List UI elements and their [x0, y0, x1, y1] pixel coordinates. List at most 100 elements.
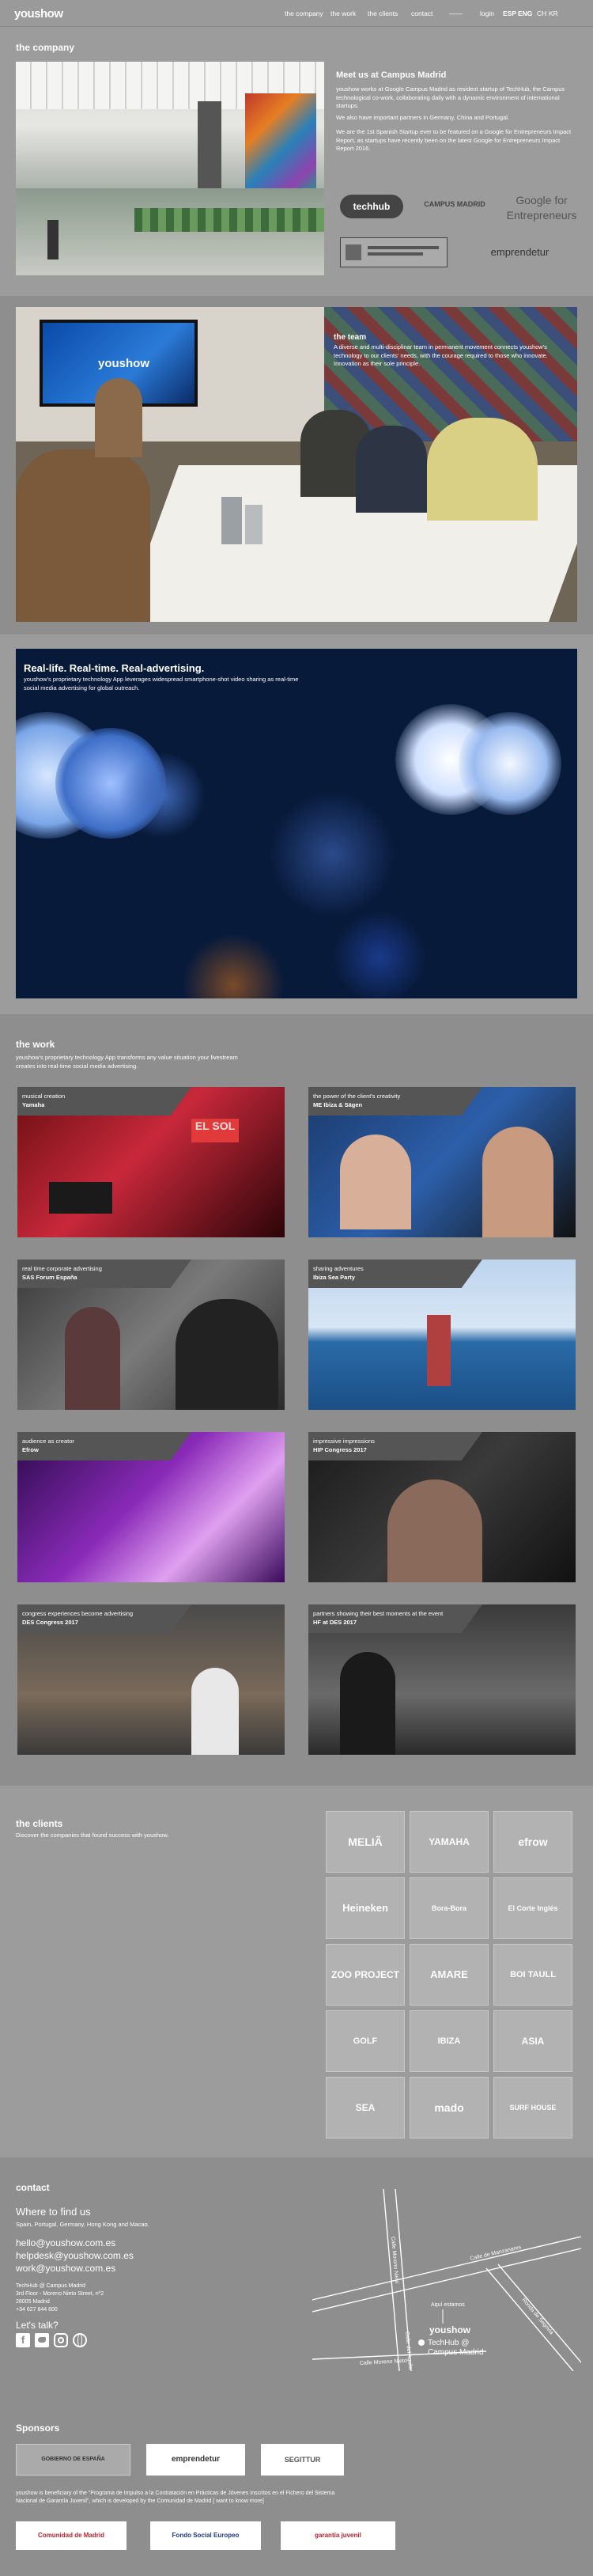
client-logo[interactable]: ASIA: [493, 2010, 572, 2072]
client-logo[interactable]: IBIZA: [410, 2010, 489, 2072]
company-paragraph-1: youshow works at Google Campus Madrid as…: [336, 85, 565, 109]
work-caption: musical creation Yamaha: [17, 1087, 191, 1116]
client-logo[interactable]: BOI TAULL: [493, 1944, 572, 2006]
company-heading: Meet us at Campus Madrid: [336, 70, 447, 80]
map-place-2: Campus Madrid: [428, 2348, 484, 2357]
campus-madrid-logo: CAMPUS MADRID: [424, 200, 485, 208]
map-brand: youshow: [429, 2324, 471, 2335]
nav-work[interactable]: the work: [330, 9, 356, 18]
work-caption: the power of the client's creativity ME I…: [308, 1087, 482, 1116]
address-2: 3rd Floor - Moreno Nieto Street, nº2: [16, 2291, 104, 2297]
sponsor-emprendetur-logo[interactable]: emprendetur: [146, 2444, 245, 2476]
client-logo[interactable]: mado: [410, 2077, 489, 2138]
clients-title: the clients: [16, 1818, 63, 1829]
street-label: Ronda de Segovia: [520, 2298, 553, 2336]
facebook-icon[interactable]: f: [16, 2333, 30, 2347]
sponsor-segittur-logo[interactable]: SEGITTUR: [261, 2444, 344, 2476]
clients-section: the clients Discover the companies that …: [0, 1786, 593, 2157]
client-logo[interactable]: efrow: [493, 1811, 572, 1873]
sponsors-text: youshow is beneficiary of the "Programa …: [16, 2491, 335, 2505]
work-tile-6[interactable]: impressive impressions HIP Congress 2017: [308, 1432, 576, 1582]
nav-contact[interactable]: contact: [411, 9, 432, 18]
where-text: Spain, Portugal, Germany, Hong Kong and …: [16, 2221, 149, 2228]
lang-esp[interactable]: ESP: [503, 9, 516, 18]
work-tile-3[interactable]: real time corporate advertising SAS Forum…: [17, 1260, 285, 1410]
client-logo[interactable]: SURF HOUSE: [493, 2077, 572, 2138]
work-tile-8[interactable]: partners showing their best moments at t…: [308, 1604, 576, 1755]
office-photo: [16, 62, 324, 275]
location-map[interactable]: Calle de Manzanares Calle Moreno Nieto C…: [312, 2189, 581, 2371]
map-place-1: TechHub @: [428, 2339, 469, 2347]
gobierno-logo: [340, 237, 448, 267]
bokeh-photo: [16, 649, 577, 998]
client-logo[interactable]: ZOO PROJECT: [326, 1944, 405, 2006]
work-tile-5[interactable]: audience as creator Efrow: [17, 1432, 285, 1582]
realtime-title: Real-life. Real-time. Real-advertising.: [24, 662, 205, 674]
street-label: Calle del Aguila: [404, 2332, 413, 2370]
client-logo[interactable]: Heineken: [326, 1877, 405, 1939]
client-logo[interactable]: SEA: [326, 2077, 405, 2138]
clients-text: Discover the companies that found succes…: [16, 1832, 169, 1839]
email-helpdesk[interactable]: helpdesk@youshow.com.es: [16, 2249, 134, 2262]
team-title: the team: [334, 333, 367, 342]
nav-company[interactable]: the company: [285, 9, 323, 18]
sponsor-gobierno-logo[interactable]: GOBIERNO DE ESPAÑA: [16, 2444, 130, 2476]
street-label: Calle de Manzanares: [470, 2245, 523, 2262]
logo[interactable]: youshow: [14, 6, 63, 22]
team-text: A diverse and multi-disciplinar team in …: [334, 343, 548, 367]
lang-eng[interactable]: ENG: [518, 9, 532, 18]
company-paragraph-3: We are the 1st Spanish Startup ever to b…: [336, 128, 572, 152]
where-title: Where to find us: [16, 2206, 91, 2218]
work-caption: sharing adventures Ibiza Sea Party: [308, 1260, 482, 1288]
lang-ch[interactable]: CH: [537, 9, 546, 18]
contact-section: contact Where to find us Spain, Portugal…: [0, 2157, 593, 2576]
work-title: the work: [16, 1039, 55, 1050]
phone: +34 627 844 600: [16, 2307, 58, 2313]
nav-separator: ——: [449, 9, 463, 17]
work-tile-2[interactable]: the power of the client's creativity ME I…: [308, 1087, 576, 1237]
company-title: the company: [16, 42, 75, 53]
google-entrepreneurs-logo: Google for Entrepreneurs: [506, 194, 577, 222]
pin-label: Aquí estamos: [431, 2302, 465, 2308]
address-1: TechHub @ Campus Madrid: [16, 2283, 86, 2289]
team-section: youshow the team A diverse and multi-dis…: [0, 296, 593, 635]
address-3: 28005 Madrid: [16, 2299, 50, 2305]
client-logo[interactable]: MELIÃ: [326, 1811, 405, 1873]
work-caption: real time corporate advertising SAS Forum…: [17, 1260, 191, 1288]
client-logo[interactable]: El Corte Inglés: [493, 1877, 572, 1939]
work-section: the work youshow's proprietary technolog…: [0, 1014, 593, 1786]
email-work[interactable]: work@youshow.com.es: [16, 2262, 115, 2275]
realtime-section: Real-life. Real-time. Real-advertising. …: [0, 635, 593, 1014]
emprendetur-logo: emprendetur: [490, 246, 550, 258]
web-icon[interactable]: [73, 2333, 87, 2347]
client-logo[interactable]: GOLF: [326, 2010, 405, 2072]
login-link[interactable]: login: [480, 9, 494, 18]
map-street: [312, 2236, 581, 2301]
instagram-icon[interactable]: [54, 2333, 68, 2347]
company-paragraph-2: We also have important partners in Germa…: [336, 114, 510, 121]
sponsors-title: Sponsors: [16, 2423, 60, 2434]
work-tile-1[interactable]: EL SOL musical creation Yamaha: [17, 1087, 285, 1237]
client-logo[interactable]: AMARE: [410, 1944, 489, 2006]
email-hello[interactable]: hello@youshow.com.es: [16, 2237, 115, 2249]
work-caption: audience as creator Efrow: [17, 1432, 191, 1460]
work-tile-7[interactable]: congress experiences become advertising D…: [17, 1604, 285, 1755]
work-caption: congress experiences become advertising D…: [17, 1604, 191, 1633]
realtime-text: youshow's proprietary technology App lev…: [24, 676, 299, 691]
work-caption: impressive impressions HIP Congress 2017: [308, 1432, 482, 1460]
map-street: [485, 2267, 574, 2371]
work-intro: youshow's proprietary technology App tra…: [16, 1054, 238, 1070]
client-logo[interactable]: Bora-Bora: [410, 1877, 489, 1939]
lang-kr[interactable]: KR: [549, 9, 558, 18]
work-tile-4[interactable]: sharing adventures Ibiza Sea Party: [308, 1260, 576, 1410]
fondo-social-logo: Fondo Social Europeo: [150, 2521, 261, 2550]
nav-clients[interactable]: the clients: [368, 9, 398, 18]
client-logo[interactable]: YAMAHA: [410, 1811, 489, 1873]
map-pin-icon: [418, 2339, 425, 2346]
tv-screen-logo: youshow: [98, 357, 150, 370]
comunidad-madrid-logo: Comunidad de Madrid: [16, 2521, 127, 2550]
contact-title: contact: [16, 2182, 50, 2193]
lets-talk: Let's talk?: [16, 2320, 59, 2331]
twitter-icon[interactable]: [35, 2333, 49, 2347]
garantia-juvenil-logo: garantía juvenil: [281, 2521, 395, 2550]
